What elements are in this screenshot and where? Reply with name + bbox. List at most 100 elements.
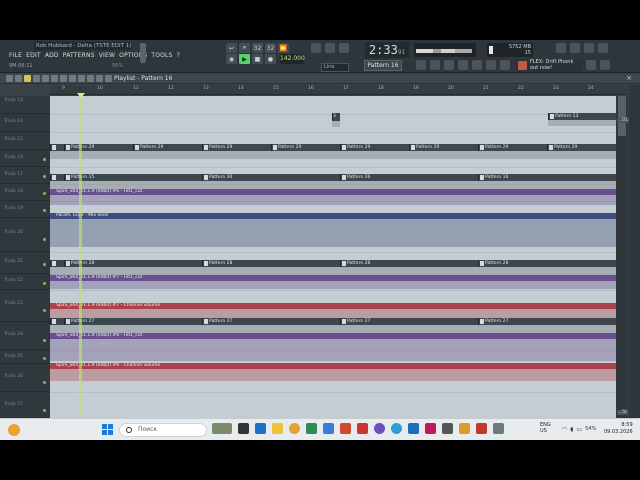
pattern-clip[interactable]: Pattern 27	[64, 318, 202, 325]
slip-tool-icon[interactable]	[60, 75, 67, 82]
track-led-icon[interactable]	[43, 409, 46, 412]
piano-roll-icon[interactable]	[430, 60, 440, 70]
menu-help[interactable]: ?	[177, 52, 180, 59]
menu-view[interactable]: VIEW	[99, 52, 115, 59]
pattern-clip[interactable]: Pattern 29	[133, 144, 202, 151]
pattern-clip[interactable]: Pattern 30	[202, 174, 340, 181]
pattern-clip[interactable]: Pattern 29	[271, 144, 340, 151]
track-led-icon[interactable]	[43, 263, 46, 266]
undo-button[interactable]: ↩	[226, 43, 237, 53]
close-icon[interactable]: ×	[626, 74, 632, 82]
pattern-song-toggle[interactable]: ◉	[226, 54, 237, 64]
delete-tool-icon[interactable]	[42, 75, 49, 82]
track-header[interactable]: Track 20	[0, 218, 50, 252]
magnet-icon[interactable]	[15, 75, 22, 82]
menu-patterns[interactable]: PATTERNS	[63, 52, 95, 59]
menu-add[interactable]: ADD	[45, 52, 59, 59]
pattern-clip[interactable]: Pattern 27	[340, 318, 478, 325]
weather-icon[interactable]	[8, 424, 20, 436]
track-led-icon[interactable]	[43, 339, 46, 342]
pattern-selector[interactable]: Pattern 16	[364, 60, 402, 71]
pattern-clip[interactable]	[50, 260, 64, 267]
pattern-clip[interactable]	[50, 318, 64, 325]
pattern-clip[interactable]: Pattern 29	[547, 144, 616, 151]
pattern-clip[interactable]: Pattern 26	[340, 174, 478, 181]
settings-icon[interactable]	[570, 43, 580, 53]
input-language[interactable]: ENG US	[540, 422, 551, 434]
playlist-icon[interactable]	[416, 60, 426, 70]
tempo-display[interactable]: 142.000	[280, 54, 305, 64]
battery-icon[interactable]: ▭	[576, 426, 582, 433]
countdown-icon[interactable]	[339, 43, 349, 53]
track-led-icon[interactable]	[43, 309, 46, 312]
pattern-clip[interactable]: Pattern 29	[409, 144, 478, 151]
track-led-icon[interactable]	[43, 209, 46, 212]
speaker-icon[interactable]	[105, 75, 112, 82]
playback-tool-icon[interactable]	[96, 75, 103, 82]
paint-tool-icon[interactable]	[33, 75, 40, 82]
step-button[interactable]: 32	[265, 43, 276, 53]
pattern-clip[interactable]: Pattern 16	[478, 174, 616, 181]
play-button[interactable]: ▶	[239, 54, 250, 64]
pattern-clip[interactable]: Pattern 28	[202, 260, 340, 267]
app-icon[interactable]	[374, 423, 385, 434]
track-led-icon[interactable]	[43, 158, 46, 161]
midi-icon[interactable]	[598, 43, 608, 53]
browser-icon[interactable]	[486, 60, 496, 70]
snap-button[interactable]: 32	[252, 43, 263, 53]
track-header[interactable]: Track 15	[0, 132, 50, 150]
pattern-clip[interactable]	[50, 144, 64, 151]
track-led-icon[interactable]	[43, 175, 46, 178]
wait-input-icon[interactable]	[325, 43, 335, 53]
playhead-line[interactable]	[79, 95, 82, 440]
store-icon[interactable]	[255, 423, 266, 434]
select-tool-icon[interactable]	[78, 75, 85, 82]
taskbar-search[interactable]: Поиск	[119, 423, 207, 437]
menu-arrow-icon[interactable]	[6, 75, 13, 82]
mixer-icon[interactable]	[458, 60, 468, 70]
scrollbar-thumb[interactable]	[618, 96, 626, 136]
offscreen-clip-tag[interactable]: ...01	[617, 118, 630, 123]
pattern-clip[interactable]: Pattern 29	[478, 144, 547, 151]
pattern-clip[interactable]: Pattern 28	[64, 260, 202, 267]
pattern-clip[interactable]: Pattern 29	[64, 144, 133, 151]
playlist-grid[interactable]: 3 Pattern 13 Pattern 29 Pattern 29 Patte…	[50, 96, 616, 440]
track-header[interactable]: Track 24	[0, 322, 50, 350]
edge-icon[interactable]	[323, 423, 334, 434]
fast-forward-button[interactable]: ⏩	[278, 43, 289, 53]
channel-rack-icon[interactable]	[444, 60, 454, 70]
timeline-ruler[interactable]: 9 10 11 12 13 14 15 16 17 18 19 20 21 22…	[50, 85, 628, 95]
pattern-clip[interactable]: Pattern 29	[202, 144, 271, 151]
track-header[interactable]: Track 13	[0, 96, 50, 114]
menu-tools[interactable]: TOOLS	[151, 52, 172, 59]
task-view-icon[interactable]	[238, 423, 249, 434]
pattern-clip[interactable]: Pattern 13	[548, 113, 616, 120]
track-header[interactable]: Track 22	[0, 274, 50, 290]
tempo-tapper-icon[interactable]	[500, 60, 510, 70]
app-icon[interactable]	[425, 423, 436, 434]
stop-button[interactable]: ■	[252, 54, 263, 64]
system-clock[interactable]: 8:59 09.03.2026	[604, 422, 633, 436]
pattern-clip[interactable]: 3	[332, 113, 340, 121]
track-header[interactable]: Track 14	[0, 114, 50, 132]
app-icon[interactable]	[442, 423, 453, 434]
file-explorer-icon[interactable]	[272, 423, 283, 434]
audio-icon[interactable]	[584, 43, 594, 53]
snap-mode-select[interactable]: Line	[321, 63, 349, 72]
news-panel[interactable]: FLEX: Drift Phonk out now!	[516, 59, 582, 72]
pattern-clip[interactable]: Pattern 15	[64, 174, 202, 181]
menu-file[interactable]: FILE	[9, 52, 22, 59]
volume-icon[interactable]: ◖	[570, 426, 573, 433]
pattern-clip[interactable]: Pattern 27	[202, 318, 340, 325]
app-icon[interactable]	[357, 423, 368, 434]
master-volume-knob-icon[interactable]	[140, 43, 146, 63]
app-icon[interactable]	[476, 423, 487, 434]
track-led-icon[interactable]	[43, 381, 46, 384]
zoom-tool-icon[interactable]	[87, 75, 94, 82]
widget-app-icon[interactable]	[212, 423, 232, 434]
track-led-icon[interactable]	[43, 192, 46, 195]
pattern-clip[interactable]: Pattern 27	[478, 318, 616, 325]
record-button[interactable]: ●	[265, 54, 276, 64]
song-position-clock[interactable]: 2:3391	[365, 42, 409, 58]
menu-edit[interactable]: EDIT	[26, 52, 41, 59]
